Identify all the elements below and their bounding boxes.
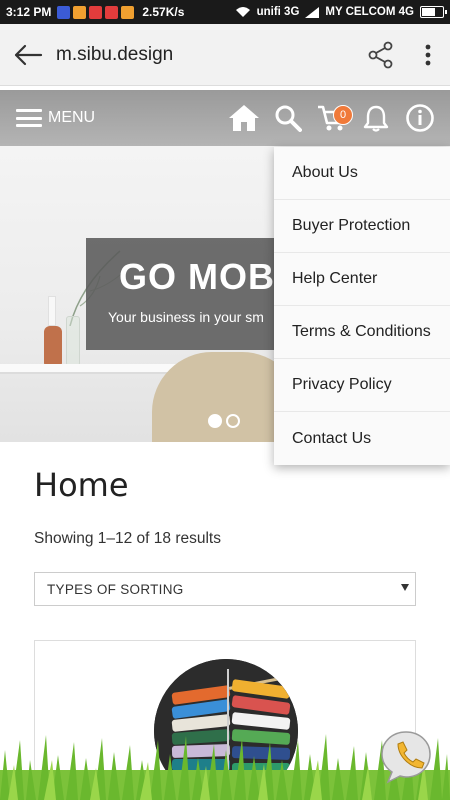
home-button[interactable]	[222, 90, 266, 146]
notification-icon	[73, 5, 87, 19]
back-button[interactable]	[0, 24, 56, 86]
search-icon	[275, 105, 302, 132]
sort-select-value: TYPES OF SORTING	[47, 581, 184, 597]
notifications-button[interactable]	[354, 90, 398, 146]
sort-select[interactable]: TYPES OF SORTING	[34, 572, 416, 606]
notification-icon	[89, 5, 103, 19]
browser-toolbar: m.sibu.design	[0, 24, 450, 86]
hero-subtitle: Your business in your sm	[108, 309, 264, 325]
phone-chat-icon	[381, 731, 431, 784]
menu-button[interactable]: MENU	[0, 90, 95, 146]
page-title: Home	[34, 466, 129, 504]
glass-vase-image	[66, 316, 80, 366]
bell-icon	[363, 105, 389, 132]
screen: 3:12 PM 2.57K/s unifi 3G MY CELCOM 4G m.…	[0, 0, 450, 800]
candle-image	[48, 296, 56, 326]
share-button[interactable]	[356, 24, 406, 86]
notification-icon	[105, 5, 119, 19]
carrier-1: unifi 3G	[256, 6, 300, 18]
info-icon	[406, 104, 434, 132]
slider-dot[interactable]	[226, 414, 240, 428]
back-arrow-icon	[14, 44, 43, 65]
slider-dots	[208, 414, 240, 428]
battery-icon	[420, 6, 447, 18]
menu-item-buyer-protection[interactable]: Buyer Protection	[274, 200, 450, 253]
menu-item-contact-us[interactable]: Contact Us	[274, 412, 450, 465]
site-header: MENU 0	[0, 90, 450, 146]
hero-title: GO MOBI	[119, 256, 286, 297]
status-time: 3:12 PM	[6, 5, 52, 19]
dropdown-arrow-icon	[401, 584, 409, 591]
slider-dot-active[interactable]	[208, 414, 222, 428]
wifi-icon	[235, 7, 250, 17]
info-dropdown-menu: About Us Buyer Protection Help Center Te…	[274, 147, 450, 465]
status-bar: 3:12 PM 2.57K/s unifi 3G MY CELCOM 4G	[0, 0, 450, 24]
more-options-button[interactable]	[406, 24, 450, 86]
menu-item-about-us[interactable]: About Us	[274, 147, 450, 200]
cart-count-badge: 0	[333, 105, 353, 125]
phone-chat-button[interactable]	[378, 728, 434, 784]
hamburger-icon	[16, 109, 42, 127]
more-vert-icon	[425, 44, 431, 65]
notification-icon	[121, 5, 135, 19]
carrier-2: MY CELCOM 4G	[325, 6, 414, 18]
info-button[interactable]	[398, 90, 442, 146]
notification-icons	[57, 5, 135, 19]
vase-image	[44, 326, 62, 366]
share-icon	[368, 41, 393, 68]
cart-button[interactable]: 0	[310, 90, 354, 146]
notification-icon	[57, 5, 71, 19]
signal-icon	[305, 6, 320, 18]
network-speed: 2.57K/s	[142, 5, 185, 19]
menu-label: MENU	[48, 109, 96, 126]
menu-item-privacy-policy[interactable]: Privacy Policy	[274, 359, 450, 412]
search-button[interactable]	[266, 90, 310, 146]
url-text[interactable]: m.sibu.design	[56, 44, 356, 66]
menu-item-help-center[interactable]: Help Center	[274, 253, 450, 306]
menu-item-terms-conditions[interactable]: Terms & Conditions	[274, 306, 450, 359]
home-icon	[229, 105, 259, 131]
result-count: Showing 1–12 of 18 results	[34, 530, 221, 547]
